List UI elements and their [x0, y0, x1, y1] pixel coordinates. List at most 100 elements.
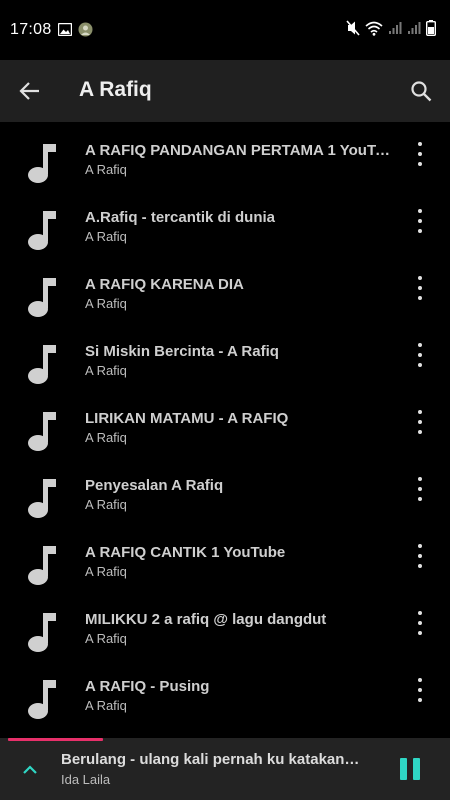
dot — [418, 152, 422, 156]
signal-icon — [408, 22, 421, 34]
dot — [418, 698, 422, 702]
dot — [418, 353, 422, 357]
song-row[interactable]: A RAFIQ KARENA DIA A Rafiq — [0, 256, 450, 323]
dot — [418, 631, 422, 635]
dot — [418, 162, 422, 166]
music-note-icon — [28, 412, 56, 451]
back-button[interactable] — [16, 77, 44, 105]
now-playing-title: Berulang - ulang kali pernah ku katakan … — [61, 751, 361, 768]
now-playing-artist: Ida Laila — [61, 772, 111, 787]
playback-progress-fill — [8, 738, 103, 741]
expand-player-button[interactable] — [18, 758, 42, 782]
music-note-icon — [28, 144, 56, 183]
song-row[interactable]: A RAFIQ PANDANGAN PERTAMA 1 YouTube A Ra… — [0, 122, 450, 189]
song-title: A.Rafiq - tercantik di dunia — [85, 209, 276, 226]
music-note-icon — [28, 613, 56, 652]
dot — [418, 410, 422, 414]
image-icon — [58, 23, 72, 36]
dot — [418, 477, 422, 481]
status-time: 17:08 — [10, 21, 52, 38]
music-note-icon — [28, 680, 56, 719]
more-options-button[interactable] — [414, 611, 426, 635]
dot — [418, 430, 422, 434]
dot — [418, 343, 422, 347]
more-options-button[interactable] — [414, 477, 426, 501]
song-row[interactable]: LIRIKAN MATAMU - A RAFIQ A Rafiq — [0, 390, 450, 457]
dot — [418, 142, 422, 146]
dot — [418, 497, 422, 501]
pause-button[interactable] — [400, 758, 422, 780]
more-options-button[interactable] — [414, 276, 426, 300]
dot — [418, 219, 422, 223]
dot — [418, 621, 422, 625]
song-row[interactable]: A RAFIQ - Pusing A Rafiq — [0, 658, 450, 725]
pause-icon — [400, 758, 407, 780]
more-options-button[interactable] — [414, 678, 426, 702]
more-options-button[interactable] — [414, 343, 426, 367]
song-artist: A Rafiq — [85, 296, 127, 311]
song-artist: A Rafiq — [85, 631, 127, 646]
dot — [418, 564, 422, 568]
dot — [418, 688, 422, 692]
song-row[interactable]: A.Rafiq - tercantik di dunia A Rafiq — [0, 189, 450, 256]
song-artist: A Rafiq — [85, 162, 127, 177]
song-title: A RAFIQ KARENA DIA — [85, 276, 244, 293]
dot — [418, 296, 422, 300]
status-right-icons — [346, 20, 436, 36]
mute-icon — [346, 20, 360, 36]
dot — [418, 554, 422, 558]
song-title: MILIKKU 2 a rafiq @ lagu dangdut — [85, 611, 327, 628]
dot — [418, 611, 422, 615]
arrow-left-icon — [19, 82, 39, 100]
music-note-icon — [28, 546, 56, 585]
dot — [418, 678, 422, 682]
song-artist: A Rafiq — [85, 698, 127, 713]
dot — [418, 487, 422, 491]
song-artist: A Rafiq — [85, 229, 127, 244]
song-artist: A Rafiq — [85, 497, 127, 512]
dot — [418, 544, 422, 548]
search-button[interactable] — [406, 76, 436, 106]
avatar-icon — [78, 22, 93, 37]
status-bar: 17:08 — [0, 0, 450, 60]
mini-player[interactable]: Berulang - ulang kali pernah ku katakan … — [0, 738, 450, 800]
more-options-button[interactable] — [414, 410, 426, 434]
more-options-button[interactable] — [414, 142, 426, 166]
song-artist: A Rafiq — [85, 430, 127, 445]
song-row[interactable]: A RAFIQ CANTIK 1 YouTube A Rafiq — [0, 524, 450, 591]
song-title: A RAFIQ CANTIK 1 YouTube — [85, 544, 286, 561]
song-title: A RAFIQ - Pusing — [85, 678, 210, 695]
dot — [418, 286, 422, 290]
music-note-icon — [28, 278, 56, 317]
page-title: A Rafiq — [79, 78, 152, 101]
song-row[interactable]: Si Miskin Bercinta - A Rafiq A Rafiq — [0, 323, 450, 390]
song-row[interactable]: MILIKKU 2 a rafiq @ lagu dangdut A Rafiq — [0, 591, 450, 658]
more-options-button[interactable] — [414, 209, 426, 233]
dot — [418, 420, 422, 424]
music-note-icon — [28, 211, 56, 250]
search-icon — [411, 81, 432, 102]
pause-icon — [413, 758, 420, 780]
music-note-icon — [28, 345, 56, 384]
song-row[interactable]: Penyesalan A Rafiq A Rafiq — [0, 457, 450, 524]
song-title: Si Miskin Bercinta - A Rafiq — [85, 343, 279, 360]
song-title: A RAFIQ PANDANGAN PERTAMA 1 YouTube — [85, 142, 390, 159]
dot — [418, 276, 422, 280]
song-list: A RAFIQ PANDANGAN PERTAMA 1 YouTube A Ra… — [0, 122, 450, 738]
more-options-button[interactable] — [414, 544, 426, 568]
app-bar: A Rafiq — [0, 60, 450, 122]
status-left-icons — [58, 22, 93, 37]
dot — [418, 229, 422, 233]
music-note-icon — [28, 479, 56, 518]
chevron-up-icon — [23, 765, 37, 774]
song-artist: A Rafiq — [85, 564, 127, 579]
playback-progress-track — [0, 738, 450, 741]
dot — [418, 209, 422, 213]
song-title: LIRIKAN MATAMU - A RAFIQ — [85, 410, 289, 427]
song-artist: A Rafiq — [85, 363, 127, 378]
wifi-icon — [365, 21, 383, 36]
song-title: Penyesalan A Rafiq — [85, 477, 224, 494]
signal-icon — [389, 22, 402, 34]
battery-icon — [426, 20, 436, 36]
dot — [418, 363, 422, 367]
